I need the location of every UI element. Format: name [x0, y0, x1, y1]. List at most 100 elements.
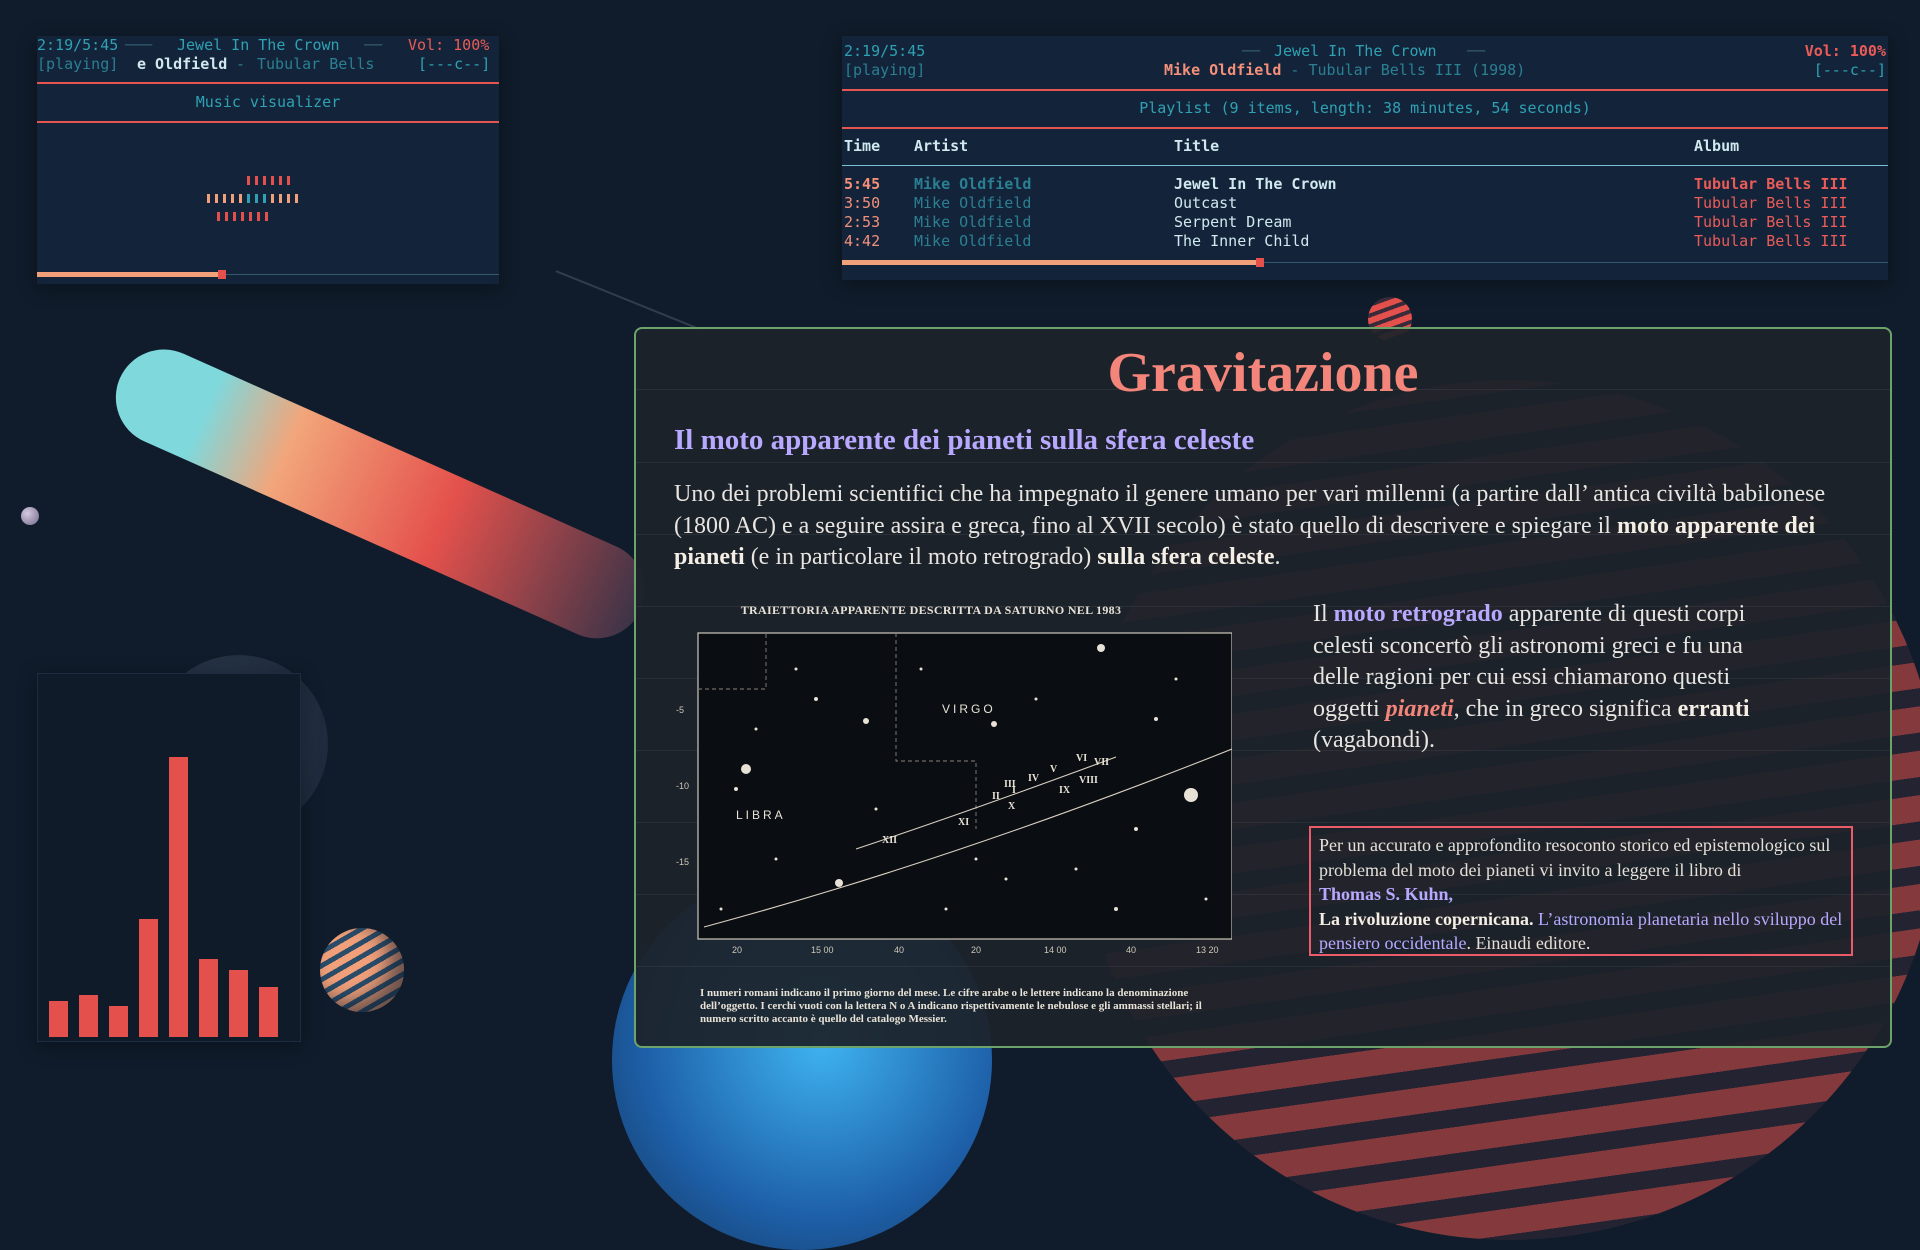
volume-indicator[interactable]: Vol: 100% [1805, 42, 1886, 61]
visualizer-dots [207, 176, 298, 221]
x-tick: 20 [732, 945, 742, 955]
month-label: VI [1076, 753, 1087, 764]
column-header-artist[interactable]: Artist [914, 137, 968, 156]
playlist-cell-artist[interactable]: Mike Oldfield [914, 213, 1031, 232]
progress-bar[interactable] [842, 260, 1261, 265]
playlist-cell-time[interactable]: 2:53 [844, 213, 880, 232]
column-header-time[interactable]: Time [844, 137, 880, 156]
month-label: II [992, 791, 1000, 802]
separator: - [1281, 61, 1309, 79]
spectrum-pane [37, 673, 301, 1042]
volume-indicator[interactable]: Vol: 100% [408, 36, 489, 55]
playlist-summary: Playlist (9 items, length: 38 minutes, 5… [1139, 99, 1591, 117]
figure-caption: I numeri romani indicano il primo giorno… [700, 987, 1202, 1025]
month-label: I [1012, 785, 1016, 796]
saturn-trajectory-figure: TRAIETTORIA APPARENTE DESCRITTA DA SATUR… [676, 603, 1232, 1025]
label-virgo: VIRGO [942, 702, 996, 716]
striped-planet [320, 928, 404, 1012]
side-bold: erranti [1677, 695, 1750, 722]
playlist-cell-time[interactable]: 4:42 [844, 232, 880, 251]
playlist-cell-title[interactable]: Serpent Dream [1174, 213, 1291, 232]
streak-lines [555, 270, 705, 332]
frame-line: ── [364, 36, 383, 54]
note-text: . Einaudi editore. [1466, 933, 1591, 953]
intro-bold: sulla sfera celeste [1097, 544, 1275, 570]
spectrum-bar [139, 919, 158, 1037]
playlist-cell-album[interactable]: Tubular Bells III [1694, 213, 1848, 232]
x-tick: 40 [894, 945, 904, 955]
now-playing-line: Mike Oldfield - Tubular Bells III (1998) [1164, 61, 1525, 80]
side-text: , che in greco significa [1453, 695, 1678, 722]
presentation-slide: Gravitazione Il moto apparente dei piane… [634, 327, 1892, 1048]
comet-shape [100, 334, 661, 654]
progress-knob[interactable] [217, 270, 226, 279]
playlist-cell-title[interactable]: Outcast [1174, 194, 1237, 213]
side-text: Il [1313, 601, 1334, 627]
frame-line: ── [1242, 42, 1261, 60]
progress-knob[interactable] [1256, 258, 1265, 267]
spectrum-bar [79, 995, 98, 1037]
month-label: V [1050, 764, 1058, 775]
playlist-pane: 2:19/5:45 ── Jewel In The Crown ── Vol: … [842, 36, 1888, 280]
divider [37, 121, 499, 123]
pane-title: Music visualizer [195, 93, 341, 111]
frame-line: ─── [125, 36, 153, 54]
note-text: Per un accurato e approfondito resoconto… [1319, 835, 1831, 880]
visualizer-pane: 2:19/5:45 ─── Jewel In The Crown ── Vol:… [37, 36, 499, 284]
slide-subtitle: Il moto apparente dei pianeti sulla sfer… [674, 424, 1255, 456]
month-label: IV [1028, 773, 1040, 784]
divider [37, 82, 499, 84]
playlist-cell-time[interactable]: 3:50 [844, 194, 880, 213]
line-rule [636, 462, 1890, 463]
retrograde-paragraph: Il moto retrogrado apparente di questi c… [1313, 599, 1793, 757]
divider [842, 127, 1888, 129]
player-state: [playing] [37, 55, 119, 73]
separator: - [227, 55, 255, 73]
track-title: Jewel In The Crown [177, 36, 340, 54]
x-tick: 20 [971, 945, 981, 955]
y-tick: -5 [676, 705, 684, 715]
playlist-cell-title[interactable]: Jewel In The Crown [1174, 175, 1337, 194]
spectrum-bar [169, 757, 188, 1037]
intro-paragraph: Uno dei problemi scientifici che ha impe… [674, 479, 1854, 574]
x-tick: 15 00 [811, 945, 834, 955]
month-label: XI [958, 817, 969, 828]
note-book-title: La rivoluzione copernicana. [1319, 908, 1534, 929]
y-tick: -15 [676, 857, 689, 867]
month-label: X [1008, 801, 1016, 812]
playlist-cell-album[interactable]: Tubular Bells III [1694, 194, 1848, 213]
playlist-cell-artist[interactable]: Mike Oldfield [914, 175, 1031, 194]
mode-flags: [---c--] [418, 55, 491, 73]
playlist-cell-title[interactable]: The Inner Child [1174, 232, 1309, 251]
month-label: VII [1094, 757, 1109, 768]
reference-box: Per un accurato e approfondito resoconto… [1309, 826, 1853, 956]
month-label: VIII [1079, 775, 1098, 786]
now-playing-album: Tubular Bells III (1998) [1308, 61, 1526, 79]
slide-title: Gravitazione [1107, 342, 1419, 404]
mode-flags: [---c--] [1813, 61, 1886, 79]
spectrum-bar [199, 959, 218, 1037]
side-highlight: moto retrogrado [1333, 601, 1503, 627]
progress-bar[interactable] [37, 272, 222, 277]
elapsed-time: 2:19/5:45 [844, 42, 926, 60]
column-header-album[interactable]: Album [1694, 137, 1739, 156]
playlist-cell-album[interactable]: Tubular Bells III [1694, 175, 1848, 194]
playlist-cell-album[interactable]: Tubular Bells III [1694, 232, 1848, 251]
side-text: (vagabondi). [1313, 727, 1435, 753]
small-moon [21, 507, 39, 525]
player-state: [playing] [844, 61, 926, 79]
star-map: VIRGO LIBRA -5 -10 -15 20 15 00 40 20 14… [676, 632, 1232, 955]
x-tick: 14 00 [1044, 945, 1067, 955]
playlist-cell-artist[interactable]: Mike Oldfield [914, 232, 1031, 251]
playlist-cell-artist[interactable]: Mike Oldfield [914, 194, 1031, 213]
note-author: Thomas S. Kuhn, [1319, 884, 1454, 904]
column-header-title[interactable]: Title [1174, 137, 1219, 156]
spectrum-bar [109, 1006, 128, 1037]
playlist-cell-time[interactable]: 5:45 [844, 175, 880, 194]
now-playing-artist: Mike Oldfield [1164, 61, 1282, 79]
x-tick: 13 20 [1196, 945, 1219, 955]
intro-text: . [1274, 544, 1281, 570]
month-label: IX [1059, 785, 1071, 796]
side-emphasis: pianeti [1385, 695, 1454, 722]
month-label: XII [882, 835, 897, 846]
